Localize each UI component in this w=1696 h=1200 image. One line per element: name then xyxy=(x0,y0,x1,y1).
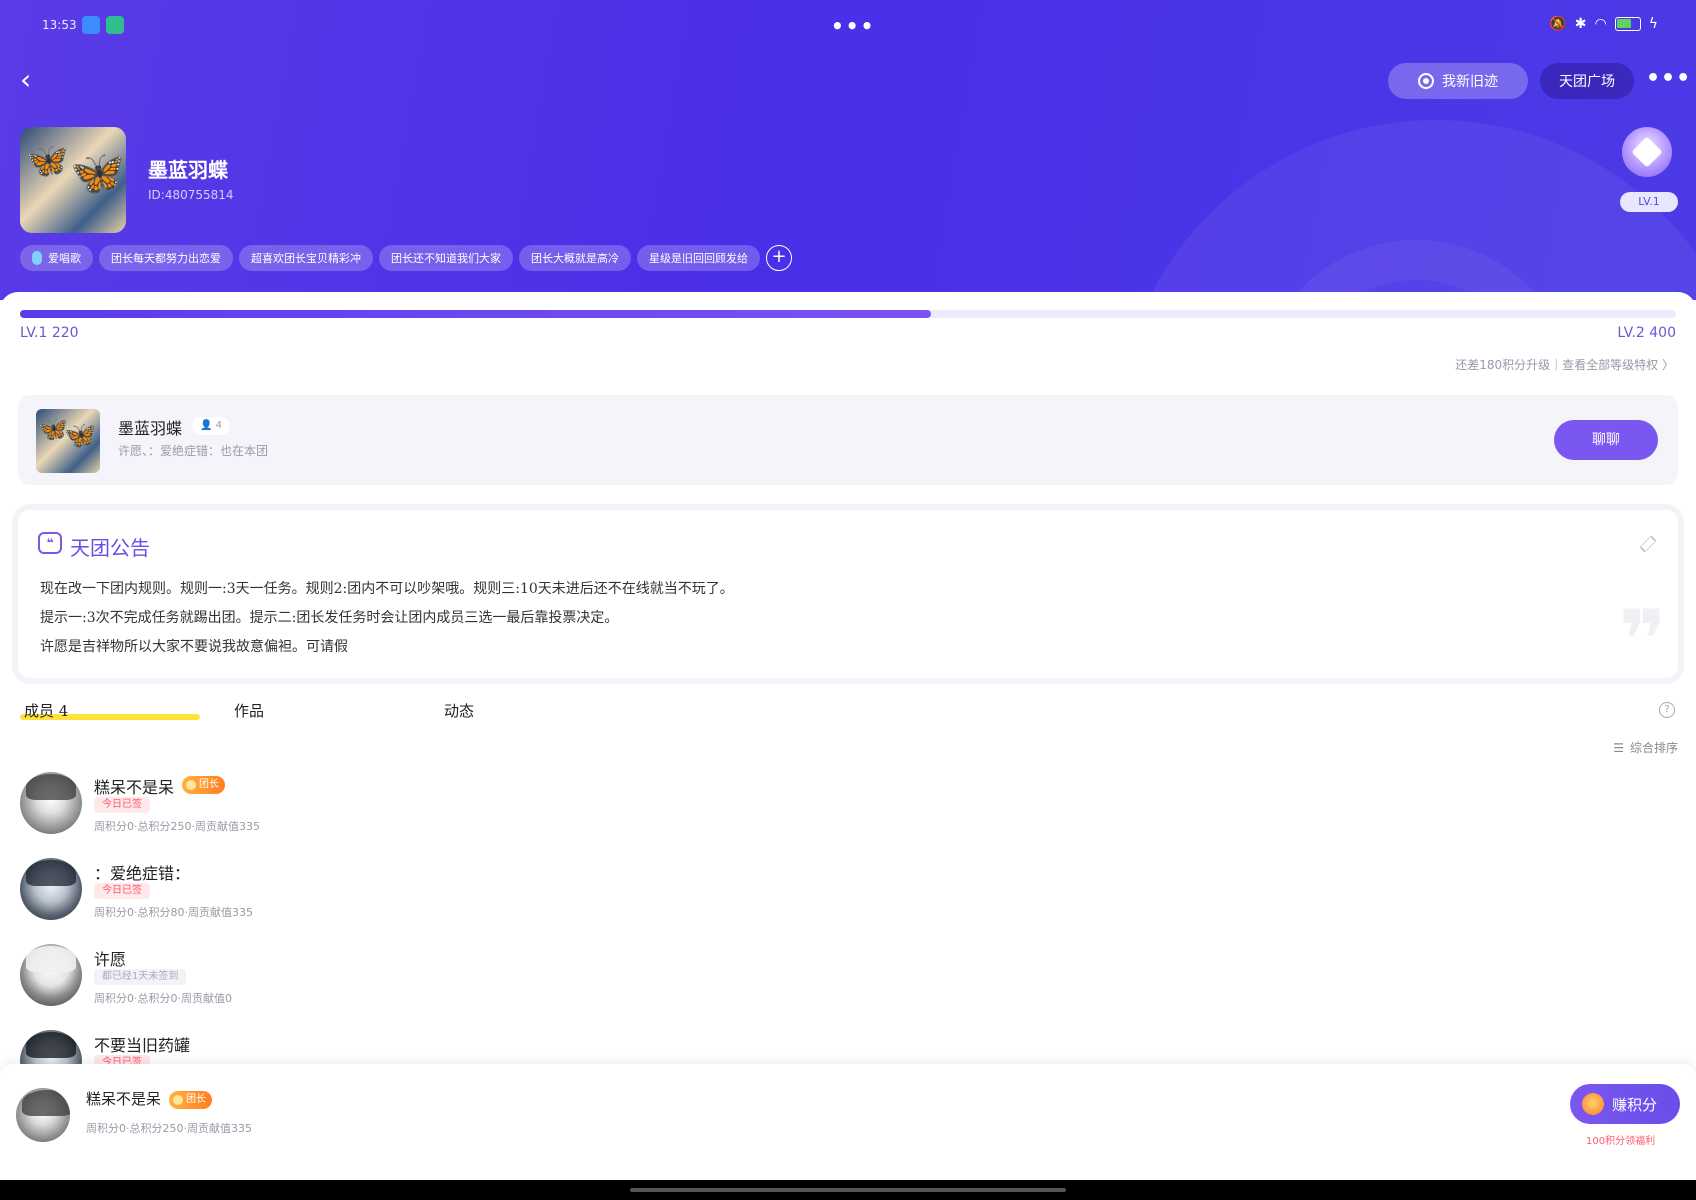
my-status-bar: 糕呆不是呆 团长 周积分0·总积分250·周贡献值335 赚积分 100积分领福… xyxy=(0,1064,1696,1180)
checkin-status: 都已经1天未签到 xyxy=(94,969,187,985)
tag-item[interactable]: 团长还不知道我们大家 xyxy=(379,245,513,271)
back-button[interactable]: ‹ xyxy=(20,64,44,96)
member-name: 不要当旧药罐 xyxy=(94,1036,191,1055)
level-privilege-link[interactable]: 还差180积分升级｜查看全部等级特权 〉 xyxy=(1455,356,1674,373)
sort-label: 综合排序 xyxy=(1629,741,1678,755)
checkin-status: 今日已签 xyxy=(94,883,150,899)
tab-members[interactable]: 成员 4 xyxy=(24,700,68,721)
group-name: 墨蓝羽蝶 xyxy=(148,158,228,182)
crown-icon xyxy=(173,1095,183,1105)
edit-icon[interactable] xyxy=(1639,535,1657,553)
new-trend-label: 我新旧迹 xyxy=(1442,74,1498,90)
chat-button[interactable]: 聊聊 xyxy=(1554,420,1658,460)
wifi-icon: ◠ xyxy=(1594,16,1607,32)
member-avatar xyxy=(20,858,82,920)
tag-item[interactable]: 团长每天都努力出恋爱 xyxy=(99,245,233,271)
app-icon xyxy=(106,16,124,34)
earn-points-button[interactable]: 赚积分 xyxy=(1570,1084,1680,1124)
home-indicator[interactable] xyxy=(630,1188,1066,1192)
crown-icon xyxy=(186,780,196,790)
charging-icon: ϟ xyxy=(1648,16,1658,32)
level-progress-bar xyxy=(20,310,1676,318)
member-name: ：爱绝症错： xyxy=(94,864,191,883)
owner-card-desc: 许愿、：爱绝症错：也在本团 xyxy=(118,444,269,458)
member-points: 周积分0·总积分80·周贡献值335 xyxy=(94,906,253,919)
butterfly-icon: 🦋 xyxy=(70,148,125,199)
group-header: 13:53 ••• 🔕 ✱ ◠ ϟ ‹ 我新旧迹 天团广场 ••• 🦋 🦋 墨蓝… xyxy=(0,0,1696,300)
group-avatar-small: 🦋 🦋 xyxy=(36,409,100,473)
my-name: 糕呆不是呆 xyxy=(86,1090,162,1108)
announcement-card: ❝ 天团公告 现在改一下团内规则。规则一:3天一任务。规则2:团内不可以吵架哦。… xyxy=(18,510,1678,678)
status-time: 13:53 xyxy=(42,18,77,32)
quote-decoration: ❞ xyxy=(1619,593,1666,679)
my-avatar xyxy=(16,1088,70,1142)
add-tag-button[interactable]: + xyxy=(766,245,792,271)
bluetooth-icon: ✱ xyxy=(1574,16,1587,32)
group-id: ID:480755814 xyxy=(148,188,234,202)
new-trend-button[interactable]: 我新旧迹 xyxy=(1388,63,1528,99)
square-button[interactable]: 天团广场 xyxy=(1540,63,1634,99)
butterfly-icon: 🦋 xyxy=(64,421,97,451)
member-points: 周积分0·总积分0·周贡献值0 xyxy=(94,992,232,1005)
member-name: 许愿 xyxy=(94,950,127,969)
member-name: 糕呆不是呆 xyxy=(94,778,175,797)
next-level-label: LV.2 400 xyxy=(1617,325,1676,341)
status-dots: ••• xyxy=(831,14,876,38)
member-row[interactable]: ：爱绝症错： 今日已签 周积分0·总积分80·周贡献值335 xyxy=(20,858,920,934)
quote-icon: ❝ xyxy=(38,532,62,554)
tab-feed[interactable]: 动态 xyxy=(444,700,474,721)
group-avatar: 🦋 🦋 xyxy=(20,127,126,233)
more-icon[interactable]: ••• xyxy=(1646,66,1691,91)
member-points: 周积分0·总积分250·周贡献值335 xyxy=(94,820,260,833)
announcement-line: 提示一:3次不完成任务就踢出团。提示二:团长发任务时会让团内成员三选一最后靠投票… xyxy=(40,610,619,626)
announcement-line: 现在改一下团内规则。规则一:3天一任务。规则2:团内不可以吵架哦。规则三:10天… xyxy=(40,581,734,597)
radar-icon xyxy=(1418,73,1434,89)
tag-item[interactable]: 星级是旧回回顾发给 xyxy=(637,245,760,271)
sort-icon: ☰ xyxy=(1613,740,1624,755)
checkin-status: 今日已签 xyxy=(94,797,150,813)
mute-icon: 🔕 xyxy=(1549,16,1567,32)
butterfly-icon: 🦋 xyxy=(26,141,69,181)
group-tags: 爱唱歌 团长每天都努力出恋爱 超喜欢团长宝贝精彩冲 团长还不知道我们大家 团长大… xyxy=(20,245,792,271)
tag-item[interactable]: 团长大概就是高冷 xyxy=(519,245,631,271)
level-badge[interactable]: LV.1 xyxy=(1620,192,1678,212)
member-row[interactable]: 许愿 都已经1天未签到 周积分0·总积分0·周贡献值0 xyxy=(20,944,920,1020)
square-label: 天团广场 xyxy=(1559,74,1615,90)
sort-button[interactable]: ☰ 综合排序 xyxy=(1613,739,1678,756)
member-avatar xyxy=(20,944,82,1006)
star-coin-icon xyxy=(1582,1093,1604,1115)
current-level-label: LV.1 220 xyxy=(20,325,79,341)
my-points: 周积分0·总积分250·周贡献值335 xyxy=(86,1122,252,1135)
tab-works[interactable]: 作品 xyxy=(234,700,264,721)
owner-badge: 团长 xyxy=(169,1091,212,1109)
status-bar: 13:53 ••• 🔕 ✱ ◠ ϟ xyxy=(0,14,1696,38)
tag-item[interactable]: 爱唱歌 xyxy=(20,245,93,271)
baidu-app-icon xyxy=(82,16,100,34)
member-avatar xyxy=(20,772,82,834)
member-row[interactable]: 糕呆不是呆 团长 今日已签 周积分0·总积分250·周贡献值335 xyxy=(20,772,920,848)
earn-points-hint: 100积分领福利 xyxy=(1586,1136,1656,1147)
status-icons: 🔕 ✱ ◠ ϟ xyxy=(1549,16,1658,32)
level-progress-fill xyxy=(20,310,931,318)
owner-card-name: 墨蓝羽蝶 xyxy=(118,419,183,438)
announcement-title: 天团公告 xyxy=(70,536,150,560)
earn-points-label: 赚积分 xyxy=(1612,1095,1658,1114)
group-owner-card: 🦋 🦋 墨蓝羽蝶 👤 4 许愿、：爱绝症错：也在本团 聊聊 xyxy=(18,395,1678,485)
announcement-line: 许愿是吉祥物所以大家不要说我故意偏袒。可请假 xyxy=(40,639,348,655)
tag-item[interactable]: 超喜欢团长宝贝精彩冲 xyxy=(239,245,373,271)
owner-badge: 团长 xyxy=(182,776,225,794)
level-gem-icon[interactable] xyxy=(1622,127,1672,177)
member-count-badge: 👤 4 xyxy=(192,417,231,435)
microphone-icon xyxy=(32,251,42,265)
help-icon[interactable]: ? xyxy=(1659,702,1675,718)
battery-icon xyxy=(1614,17,1641,31)
